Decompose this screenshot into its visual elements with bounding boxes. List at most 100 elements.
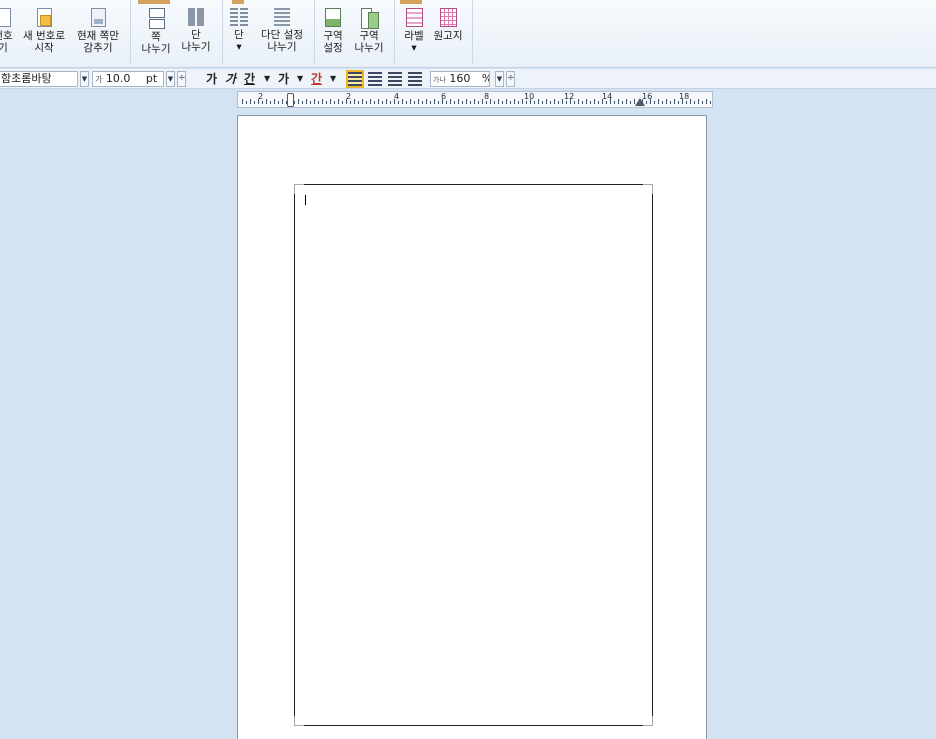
ruler-label: 10 <box>524 92 535 101</box>
label-button[interactable]: 라벨 ▾ <box>400 8 428 54</box>
ruler-tick <box>294 101 295 104</box>
ruler-tick <box>598 101 599 104</box>
page-break-button[interactable]: 쪽 나누기 <box>138 8 174 55</box>
ruler-tick <box>334 101 335 104</box>
strikethrough-dropdown[interactable]: ▼ <box>297 70 303 88</box>
columns-button[interactable]: 단 ▾ <box>228 8 250 53</box>
ruler-tick <box>706 99 707 104</box>
underline-button[interactable]: 간 <box>244 70 255 88</box>
ruler-tick <box>450 99 451 104</box>
ruler-tick <box>478 101 479 104</box>
ruler-tick <box>298 99 299 104</box>
font-color-dropdown[interactable]: ▼ <box>330 70 336 88</box>
text-area-boundary[interactable] <box>294 184 653 726</box>
ruler-tick <box>382 101 383 104</box>
align-left-icon[interactable] <box>368 72 382 86</box>
new-number-start-button[interactable]: 새 번호로 시작 <box>20 8 68 54</box>
column-break-icon <box>188 8 204 26</box>
font-size-field[interactable]: 가 10.0 pt <box>92 71 164 87</box>
ruler-label: 14 <box>602 92 613 101</box>
ruler-tick <box>322 99 323 104</box>
font-name-dropdown[interactable]: ▼ <box>80 71 89 87</box>
column-break-button[interactable]: 단 나누기 <box>178 8 214 53</box>
font-name-field[interactable]: 함초롬바탕 <box>0 71 78 87</box>
underline-dropdown[interactable]: ▼ <box>264 70 270 88</box>
ruler-tick <box>354 99 355 104</box>
align-justify-icon[interactable] <box>346 70 364 88</box>
document-page[interactable] <box>237 115 707 739</box>
section-break-button[interactable]: 구역 나누기 <box>350 8 388 54</box>
ruler-tick <box>590 101 591 104</box>
ruler-tick <box>342 101 343 104</box>
line-spacing-dropdown[interactable]: ▼ <box>495 71 504 87</box>
ruler-tick <box>438 101 439 104</box>
ruler-tick <box>550 101 551 104</box>
ruler-label: 4 <box>394 92 400 101</box>
ruler-tick <box>250 99 251 104</box>
page-break-icon <box>148 8 165 29</box>
ruler-label: 8 <box>484 92 490 101</box>
ribbon-separator <box>394 0 395 64</box>
ruler-label: 12 <box>564 92 575 101</box>
left-indent-marker[interactable] <box>287 93 294 107</box>
ruler-tick <box>674 99 675 104</box>
text-cursor <box>305 195 306 205</box>
manuscript-paper-button[interactable]: 원고지 <box>430 8 466 42</box>
ruler-tick <box>694 101 695 104</box>
ruler-tick <box>522 99 523 104</box>
section-break-icon <box>361 8 379 29</box>
align-right-icon[interactable] <box>408 72 422 86</box>
ruler-tick <box>534 101 535 104</box>
ruler-tick <box>690 99 691 104</box>
ruler-tick <box>558 101 559 104</box>
new-number-start-icon <box>36 8 52 27</box>
ruler-tick <box>310 101 311 104</box>
font-size-dropdown[interactable]: ▼ <box>166 71 175 87</box>
corner-mark <box>643 716 653 726</box>
ruler-tick <box>482 99 483 104</box>
hide-current-page-button[interactable]: 현재 쪽만 감추기 <box>72 8 124 54</box>
ruler-tick <box>490 99 491 104</box>
ruler-tick <box>358 101 359 104</box>
align-center-icon[interactable] <box>388 72 402 86</box>
horizontal-ruler[interactable]: 2 2 4 6 8 10 12 14 16 18 <box>237 91 713 108</box>
bold-button[interactable]: 가 <box>206 70 217 88</box>
page-number-button[interactable]: 번호 기 <box>0 8 14 54</box>
ruler-tick <box>466 99 467 104</box>
group-header-fragment <box>138 0 170 4</box>
ribbon-separator <box>222 0 223 64</box>
ruler-tick <box>518 101 519 104</box>
ruler-tick <box>378 99 379 104</box>
ruler-tick <box>446 101 447 104</box>
ruler-tick <box>626 99 627 104</box>
font-color-button[interactable]: 간 <box>311 70 322 88</box>
ruler-tick <box>270 101 271 104</box>
ruler-tick <box>350 101 351 104</box>
italic-button[interactable]: 가 <box>225 70 236 88</box>
ruler-tick <box>546 99 547 104</box>
ruler-tick <box>586 99 587 104</box>
section-settings-button[interactable]: 구역 설정 <box>318 8 348 54</box>
ruler-tick <box>514 99 515 104</box>
ruler-tick <box>262 101 263 104</box>
ruler-tick <box>410 99 411 104</box>
line-spacing-field[interactable]: 가나 160 % <box>430 71 490 87</box>
ruler-tick <box>374 101 375 104</box>
ruler-tick <box>430 101 431 104</box>
ruler-tick <box>578 99 579 104</box>
ruler-tick <box>562 99 563 104</box>
ruler-tick <box>502 101 503 104</box>
ruler-tick <box>458 99 459 104</box>
ruler-tick <box>506 99 507 104</box>
right-indent-marker[interactable] <box>635 98 645 106</box>
font-size-spinner[interactable]: ÷ <box>177 71 186 87</box>
ruler-label: 18 <box>679 92 690 101</box>
strikethrough-button[interactable]: 가 <box>278 70 289 88</box>
multi-column-settings-button[interactable]: 다단 설정 나누기 <box>254 8 310 53</box>
ruler-tick <box>494 101 495 104</box>
page-number-icon <box>0 8 11 27</box>
line-spacing-spinner[interactable]: ÷ <box>506 71 515 87</box>
ruler-tick <box>666 99 667 104</box>
ruler-tick <box>614 101 615 104</box>
ruler-tick <box>630 101 631 104</box>
